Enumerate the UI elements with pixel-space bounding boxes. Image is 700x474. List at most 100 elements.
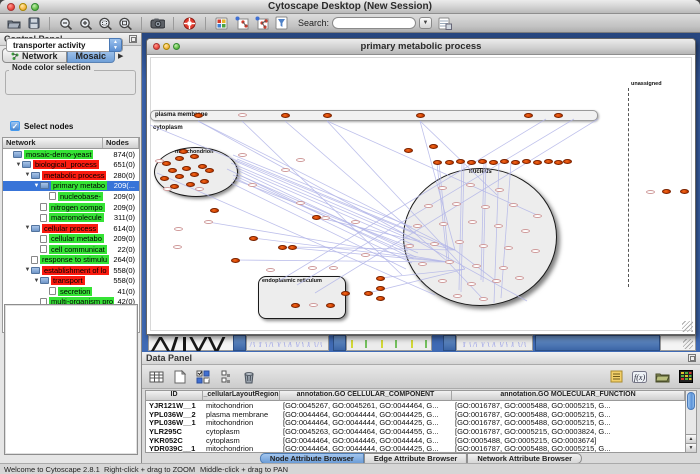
table-scrollbar[interactable]: ▲ ▼ <box>685 390 697 453</box>
tree-col-nodes[interactable]: Nodes <box>103 138 139 148</box>
background-window-titlebar[interactable] <box>333 335 346 351</box>
network-node[interactable] <box>190 154 199 159</box>
network-node-labeled[interactable] <box>424 204 433 208</box>
network-node-labeled[interactable] <box>521 229 530 233</box>
background-window-sliver[interactable] <box>660 335 696 351</box>
network-node[interactable] <box>249 236 258 241</box>
expand-arrow-icon[interactable]: ▼ <box>15 162 22 168</box>
network-node-labeled[interactable] <box>266 268 275 272</box>
network-node[interactable] <box>175 174 184 179</box>
network-node-labeled[interactable] <box>351 220 360 224</box>
help-icon[interactable] <box>182 16 197 30</box>
network-node-labeled[interactable] <box>430 242 439 246</box>
network-node-labeled[interactable] <box>466 183 475 187</box>
network-node-labeled[interactable] <box>479 297 488 301</box>
delete-attribute-icon[interactable] <box>240 368 257 385</box>
network-node-labeled[interactable] <box>155 159 164 163</box>
network-node[interactable] <box>190 172 199 177</box>
zoom-in-icon[interactable] <box>78 16 93 30</box>
network-node[interactable] <box>323 113 332 118</box>
attribute-list-icon[interactable] <box>608 368 625 385</box>
network-node[interactable] <box>429 144 438 149</box>
network-node-labeled[interactable] <box>418 262 427 266</box>
network-node[interactable] <box>500 159 509 164</box>
table-row[interactable]: YLR295Ccytoplasm[GO:0045263, GO:0044464,… <box>146 427 685 436</box>
network-node[interactable] <box>416 113 425 118</box>
network-node-labeled[interactable] <box>494 224 503 228</box>
network-node-labeled[interactable] <box>329 266 338 270</box>
network-node[interactable] <box>489 160 498 165</box>
network-node[interactable] <box>662 189 671 194</box>
network-node-labeled[interactable] <box>481 205 490 209</box>
network-node-labeled[interactable] <box>195 187 204 191</box>
import-table-icon[interactable] <box>437 16 452 30</box>
network-node[interactable] <box>364 291 373 296</box>
network-node[interactable] <box>326 303 335 308</box>
tree-row[interactable]: nitrogen compo209(0) <box>3 202 139 213</box>
function-builder-icon[interactable]: f(x) <box>631 368 648 385</box>
network-node[interactable] <box>210 208 219 213</box>
search-combo-arrow[interactable]: ▼ <box>419 17 432 29</box>
select-nodes-checkbox[interactable]: ✓ <box>10 121 20 131</box>
network-node-labeled[interactable] <box>468 220 477 224</box>
network-node-labeled[interactable] <box>296 201 305 205</box>
select-attributes-icon[interactable] <box>194 368 211 385</box>
network-node[interactable] <box>231 258 240 263</box>
network-node[interactable] <box>456 159 465 164</box>
network-node[interactable] <box>194 113 203 118</box>
network-node-labeled[interactable] <box>509 203 518 207</box>
background-window-sliver[interactable] <box>246 335 329 351</box>
table-row[interactable]: YKR052Ccytoplasm[GO:0044464, GO:0044446,… <box>146 436 685 445</box>
background-window-sliver[interactable] <box>456 335 533 351</box>
snapshot-icon[interactable] <box>150 16 165 30</box>
network-node-labeled[interactable] <box>467 282 476 286</box>
tree-row[interactable]: cellular metabo209(0) <box>3 233 139 244</box>
network-node-labeled[interactable] <box>438 186 447 190</box>
table-column-header[interactable]: ID <box>146 391 203 401</box>
attribute-matrix-icon[interactable] <box>217 368 234 385</box>
table-column-header[interactable]: _cellularLayoutRegion <box>203 391 280 401</box>
network-node[interactable] <box>200 179 209 184</box>
network-node[interactable] <box>376 286 385 291</box>
network-node[interactable] <box>404 148 413 153</box>
zoom-selected-icon[interactable] <box>98 16 113 30</box>
float-panel-icon[interactable] <box>129 35 137 43</box>
table-row[interactable]: YJR121W__1mitochondrion[GO:0045267, GO:0… <box>146 401 685 410</box>
network-node[interactable] <box>433 160 442 165</box>
edit-network-1-icon[interactable] <box>234 16 249 30</box>
tree-row[interactable]: secretion41(0) <box>3 286 139 297</box>
network-node-labeled[interactable] <box>238 153 247 157</box>
network-canvas[interactable]: plasma membrane cytoplasm mitochondrion … <box>147 55 695 334</box>
table-column-header[interactable]: annotation.GO CELLULAR_COMPONENT <box>280 391 452 401</box>
network-node[interactable] <box>160 176 169 181</box>
zoom-out-icon[interactable] <box>58 16 73 30</box>
network-node-labeled[interactable] <box>452 202 461 206</box>
tree-row[interactable]: macromolecule311(0) <box>3 212 139 223</box>
network-node[interactable] <box>533 160 542 165</box>
tree-row[interactable]: response to stimulu264(0) <box>3 254 139 265</box>
tree-row[interactable]: ▼transport558(0) <box>3 276 139 287</box>
network-node[interactable] <box>281 113 290 118</box>
network-node[interactable] <box>522 159 531 164</box>
network-node[interactable] <box>478 159 487 164</box>
network-node-labeled[interactable] <box>163 187 172 191</box>
network-node-labeled[interactable] <box>445 260 454 264</box>
network-node[interactable] <box>168 168 177 173</box>
table-row[interactable]: YPL036W__2plasma membrane[GO:0044464, GO… <box>146 410 685 419</box>
float-panel-icon[interactable] <box>688 354 696 362</box>
network-node-labeled[interactable] <box>495 188 504 192</box>
network-node-labeled[interactable] <box>173 245 182 249</box>
scroll-down-icon[interactable]: ▼ <box>686 443 696 452</box>
network-node-labeled[interactable] <box>309 303 318 307</box>
tree-row[interactable]: nucleobase-209(0) <box>3 191 139 202</box>
network-node[interactable] <box>198 164 207 169</box>
tree-row[interactable]: ▼establishment of lo558(0) <box>3 265 139 276</box>
network-node-labeled[interactable] <box>453 294 462 298</box>
network-node-labeled[interactable] <box>174 227 183 231</box>
network-node-labeled[interactable] <box>413 224 422 228</box>
save-icon[interactable] <box>26 16 41 30</box>
network-node-labeled[interactable] <box>499 266 508 270</box>
network-node[interactable] <box>680 189 689 194</box>
tree-row[interactable]: ▼biological_process651(0) <box>3 160 139 171</box>
network-node[interactable] <box>563 159 572 164</box>
